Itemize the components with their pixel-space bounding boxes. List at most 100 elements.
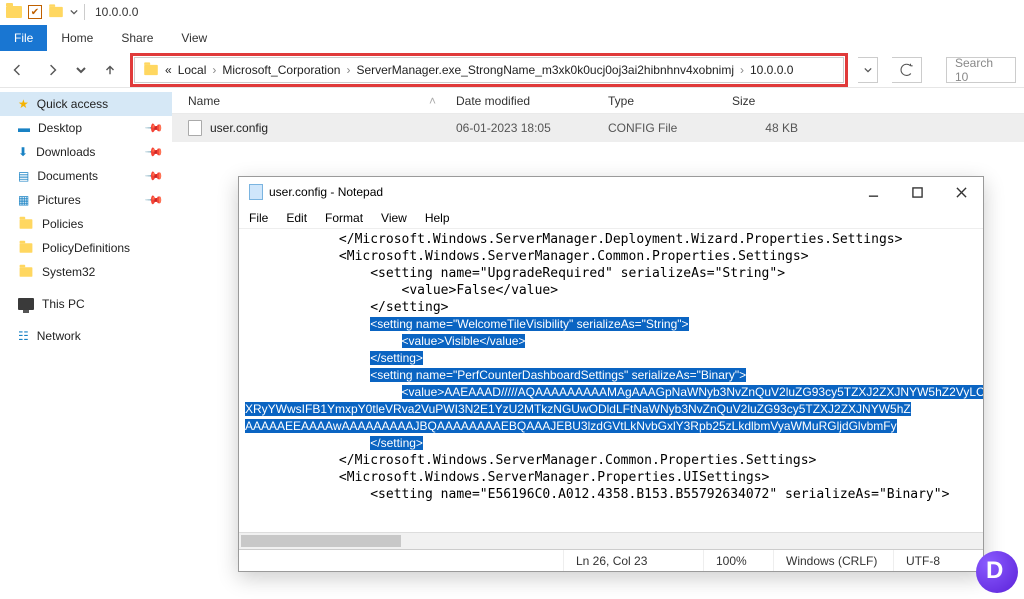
sidebar-item-desktop[interactable]: ▬ Desktop 📌	[0, 116, 172, 140]
forward-button[interactable]	[42, 60, 62, 80]
file-list-pane: Name ˄ Date modified Type Size user.confi…	[172, 88, 1024, 599]
file-name: user.config	[210, 121, 268, 135]
network-icon: ☷	[18, 329, 29, 343]
folder-icon	[20, 219, 33, 229]
up-button[interactable]	[100, 60, 120, 80]
close-button[interactable]	[939, 177, 983, 207]
chevron-right-icon[interactable]: ›	[740, 63, 744, 77]
menu-file[interactable]: File	[249, 211, 268, 225]
notepad-titlebar[interactable]: user.config - Notepad	[239, 177, 983, 207]
menu-edit[interactable]: Edit	[286, 211, 307, 225]
refresh-button[interactable]	[892, 57, 922, 83]
column-size[interactable]: Size	[732, 94, 822, 108]
back-button[interactable]	[8, 60, 28, 80]
sidebar-item-label: Downloads	[36, 145, 95, 159]
file-type: CONFIG File	[608, 121, 732, 135]
recent-locations-button[interactable]	[76, 60, 86, 80]
file-date: 06-01-2023 18:05	[456, 121, 608, 135]
sort-indicator-icon: ˄	[429, 94, 436, 108]
breadcrumb-overflow[interactable]: «	[165, 63, 172, 77]
file-icon	[188, 120, 202, 136]
chevron-right-icon[interactable]: ›	[346, 63, 350, 77]
scrollbar-track[interactable]	[403, 533, 983, 549]
breadcrumb-item[interactable]: ServerManager.exe_StrongName_m3xk0k0ucj0…	[356, 63, 734, 77]
menu-format[interactable]: Format	[325, 211, 363, 225]
sidebar-network[interactable]: ☷ Network	[0, 324, 172, 348]
breadcrumb-item[interactable]: 10.0.0.0	[750, 63, 793, 77]
pin-icon: 📌	[144, 166, 164, 186]
tab-file[interactable]: File	[0, 25, 47, 51]
sidebar-item-pictures[interactable]: ▦ Pictures 📌	[0, 188, 172, 212]
sidebar-item-label: Documents	[37, 169, 98, 183]
sidebar-item-label: System32	[42, 265, 95, 279]
star-icon: ★	[18, 97, 29, 111]
breadcrumb-item[interactable]: Local	[178, 63, 207, 77]
window-title: 10.0.0.0	[95, 5, 138, 19]
notepad-title: user.config - Notepad	[269, 185, 851, 199]
sidebar-item-system32[interactable]: System32	[0, 260, 172, 284]
folder-icon	[20, 243, 33, 253]
pin-icon: 📌	[144, 118, 164, 138]
tab-view[interactable]: View	[167, 25, 221, 51]
notepad-menu: File Edit Format View Help	[239, 207, 983, 229]
column-type[interactable]: Type	[608, 94, 732, 108]
maximize-button[interactable]	[895, 177, 939, 207]
folder-icon	[6, 6, 22, 18]
notepad-window: user.config - Notepad File Edit Format V…	[238, 176, 984, 572]
qat-folder-icon[interactable]	[49, 7, 63, 17]
status-eol: Windows (CRLF)	[773, 550, 893, 571]
file-size: 48 KB	[732, 121, 822, 135]
sidebar-quick-access[interactable]: ★ Quick access	[0, 92, 172, 116]
chevron-down-icon[interactable]	[70, 8, 78, 16]
scrollbar-thumb[interactable]	[241, 535, 401, 547]
watermark-logo	[976, 551, 1018, 593]
notepad-icon	[249, 184, 263, 200]
sidebar-item-label: Desktop	[38, 121, 82, 135]
column-date[interactable]: Date modified	[456, 94, 608, 108]
column-name[interactable]: Name ˄	[188, 94, 456, 108]
sidebar-item-label: Quick access	[37, 97, 108, 111]
tab-share[interactable]: Share	[107, 25, 167, 51]
document-icon: ▤	[18, 169, 29, 183]
ribbon-tabs: File Home Share View	[0, 24, 1024, 52]
explorer-titlebar: ✔ 10.0.0.0	[0, 0, 1024, 24]
file-row[interactable]: user.config 06-01-2023 18:05 CONFIG File…	[172, 114, 1024, 142]
navigation-pane: ★ Quick access ▬ Desktop 📌 ⬇ Downloads 📌 ▤ Do…	[0, 88, 172, 599]
pictures-icon: ▦	[18, 193, 29, 207]
status-position: Ln 26, Col 23	[563, 550, 703, 571]
sidebar-item-downloads[interactable]: ⬇Downloads📌	[0, 140, 172, 164]
menu-view[interactable]: View	[381, 211, 407, 225]
sidebar-item-label: Network	[37, 329, 81, 343]
sidebar-item-label: PolicyDefinitions	[42, 241, 130, 255]
notepad-statusbar: Ln 26, Col 23 100% Windows (CRLF) UTF-8	[239, 549, 983, 571]
scrollbar-horizontal[interactable]	[239, 532, 983, 549]
download-icon: ⬇	[18, 145, 28, 159]
menu-help[interactable]: Help	[425, 211, 450, 225]
sidebar-item-documents[interactable]: ▤ Documents 📌	[0, 164, 172, 188]
sidebar-item-label: This PC	[42, 297, 85, 311]
separator	[84, 4, 85, 20]
column-label: Name	[188, 94, 220, 108]
breadcrumb-item[interactable]: Microsoft_Corporation	[222, 63, 340, 77]
qat-properties-icon[interactable]: ✔	[28, 5, 42, 19]
sidebar-item-label: Policies	[42, 217, 83, 231]
pc-icon	[18, 298, 34, 310]
folder-icon	[20, 267, 33, 277]
search-input[interactable]: Search 10	[946, 57, 1016, 83]
address-history-button[interactable]	[858, 57, 878, 83]
notepad-text-area[interactable]: </Microsoft.Windows.ServerManager.Deploy…	[239, 229, 983, 532]
pin-icon: 📌	[144, 190, 164, 210]
tab-home[interactable]: Home	[47, 25, 107, 51]
minimize-button[interactable]	[851, 177, 895, 207]
sidebar-item-policies[interactable]: Policies	[0, 212, 172, 236]
chevron-right-icon[interactable]: ›	[212, 63, 216, 77]
sidebar-this-pc[interactable]: This PC	[0, 292, 172, 316]
column-headers[interactable]: Name ˄ Date modified Type Size	[172, 88, 1024, 114]
desktop-icon: ▬	[18, 121, 30, 135]
folder-icon	[144, 64, 158, 74]
sidebar-item-policydefinitions[interactable]: PolicyDefinitions	[0, 236, 172, 260]
sidebar-item-label: Pictures	[37, 193, 80, 207]
address-bar[interactable]: « Local › Microsoft_Corporation › Server…	[134, 57, 844, 83]
status-zoom: 100%	[703, 550, 773, 571]
status-encoding: UTF-8	[893, 550, 983, 571]
